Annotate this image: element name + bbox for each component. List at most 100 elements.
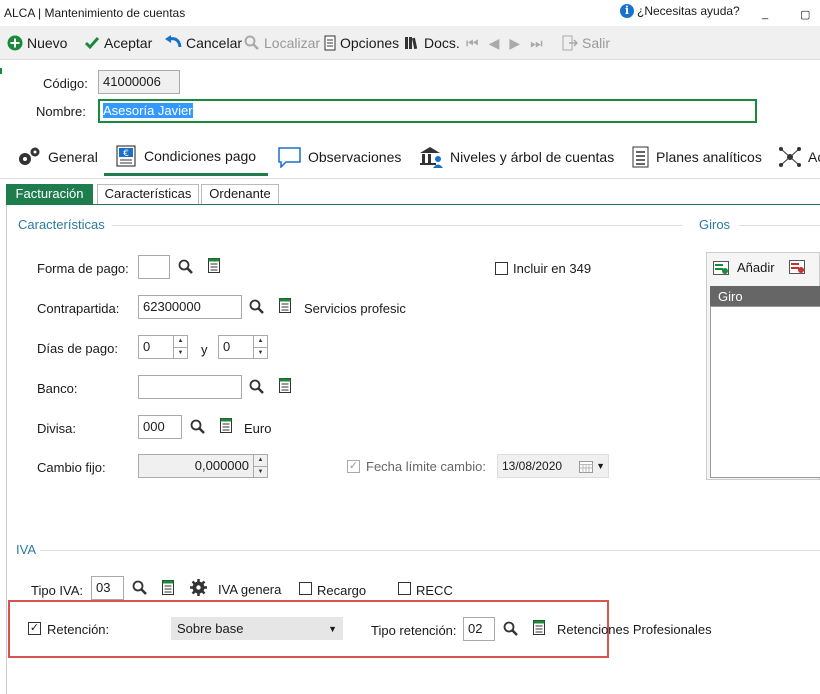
plus-circle-icon (7, 35, 23, 51)
subtab-underline (6, 204, 820, 205)
dias-pago-2-stepper[interactable]: 0 ▲ ▼ (218, 335, 268, 359)
tab-observaciones[interactable]: Observaciones (278, 138, 401, 176)
minimize-button[interactable]: _ (762, 8, 768, 20)
recargo-checkbox[interactable] (299, 582, 312, 595)
spin-down-icon[interactable]: ▼ (254, 465, 267, 478)
forma-pago-search-icon[interactable] (178, 259, 194, 275)
tipo-iva-label: Tipo IVA: (31, 583, 84, 598)
divisa-desc: Euro (244, 421, 272, 436)
first-record-icon[interactable]: ⏮ (466, 35, 479, 52)
spin-up-icon[interactable]: ▲ (254, 455, 267, 466)
calendar-icon[interactable] (579, 460, 594, 473)
last-record-icon[interactable]: ⏭ (530, 35, 543, 52)
next-record-icon[interactable]: ▶ (509, 35, 520, 52)
tab-ac[interactable]: Ac (778, 138, 820, 176)
dias-pago-1-spin[interactable]: ▲ ▼ (173, 336, 187, 358)
opciones-label: Opciones (340, 35, 400, 51)
speech-bubble-icon (278, 147, 301, 168)
divisa-field[interactable]: 000 (138, 415, 182, 439)
subtab-facturacion[interactable]: Facturación (6, 184, 93, 204)
tipo-iva-field[interactable]: 03 (91, 576, 124, 600)
giros-group-title: Giros (699, 217, 731, 232)
nuevo-label: Nuevo (27, 35, 68, 51)
fecha-limite-label: Fecha límite cambio: (366, 459, 486, 474)
tab-general[interactable]: General (16, 138, 98, 176)
tipo-retencion-field[interactable]: 02 (463, 617, 495, 641)
fecha-limite-checkbox[interactable]: ✓ (347, 460, 360, 473)
giros-column-header[interactable]: Giro (710, 286, 820, 306)
tab-planes-label: Planes analíticos (656, 149, 762, 165)
contrapartida-desc: Servicios profesic (304, 301, 406, 316)
incluir-349-checkbox[interactable] (495, 262, 508, 275)
cambio-fijo-label: Cambio fijo: (37, 460, 106, 475)
tipo-retencion-desc: Retenciones Profesionales (557, 622, 712, 637)
retencion-select[interactable]: Sobre base ▼ (171, 617, 343, 640)
spin-up-icon[interactable]: ▲ (174, 336, 187, 347)
spin-down-icon[interactable]: ▼ (254, 346, 267, 359)
divisa-doc-icon[interactable] (220, 418, 232, 433)
forma-pago-field[interactable] (138, 255, 170, 279)
giros-panel: Añadir Giro (706, 252, 820, 480)
undo-icon (165, 35, 182, 48)
tipo-iva-search-icon[interactable] (132, 580, 148, 596)
dias-pago-2-spin[interactable]: ▲ ▼ (253, 336, 267, 358)
delete-row-icon[interactable] (789, 260, 805, 274)
nombre-value: Asesoría Javier (103, 103, 193, 118)
docs-button[interactable]: Docs. (404, 26, 460, 60)
spin-up-icon[interactable]: ▲ (254, 336, 267, 347)
add-row-icon (713, 260, 729, 275)
tipo-retencion-search-icon[interactable] (503, 621, 519, 637)
giros-list[interactable] (710, 306, 820, 478)
subtab-ordenante[interactable]: Ordenante (201, 184, 279, 204)
salir-button[interactable]: Salir (562, 26, 610, 60)
spin-down-icon[interactable]: ▼ (174, 346, 187, 359)
recc-checkbox[interactable] (398, 582, 411, 595)
aceptar-button[interactable]: Aceptar (84, 26, 152, 60)
dias-pago-1-stepper[interactable]: 0 ▲ ▼ (138, 335, 188, 359)
tab-niveles[interactable]: Niveles y árbol de cuentas (418, 138, 614, 176)
banco-search-icon[interactable] (249, 379, 265, 395)
window-title: ALCA | Mantenimiento de cuentas (4, 6, 186, 20)
banco-label: Banco: (37, 381, 78, 396)
tab-observaciones-label: Observaciones (308, 149, 402, 165)
giros-add-button[interactable]: Añadir (713, 260, 775, 275)
left-marker (0, 68, 2, 74)
divisa-label: Divisa: (37, 421, 77, 436)
recc-label: RECC (416, 583, 453, 598)
nuevo-button[interactable]: Nuevo (7, 26, 67, 60)
contrapartida-doc-icon[interactable] (279, 298, 291, 313)
tab-general-label: General (48, 149, 98, 165)
forma-pago-doc-icon[interactable] (208, 258, 220, 273)
help-link[interactable]: i ¿Necesitas ayuda? (620, 4, 740, 18)
tipo-retencion-doc-icon[interactable] (533, 620, 545, 635)
dias-pago-label: Días de pago: (37, 341, 118, 356)
localizar-button[interactable]: Localizar (244, 26, 320, 60)
dias-pago-2-value: 0 (223, 339, 231, 354)
opciones-button[interactable]: Opciones (324, 26, 399, 60)
options-doc-icon (324, 35, 336, 51)
tipo-iva-doc-icon[interactable] (162, 580, 174, 595)
chevron-down-icon[interactable]: ▼ (593, 458, 608, 474)
dias-pago-1-value: 0 (143, 339, 151, 354)
retencion-checkbox[interactable]: ✓ (28, 622, 41, 635)
salir-label: Salir (582, 35, 611, 51)
fecha-limite-field[interactable]: 13/08/2020 ▼ (497, 454, 609, 478)
cambio-fijo-spin[interactable]: ▲ ▼ (253, 455, 267, 477)
gear-icon[interactable] (190, 579, 207, 596)
books-icon (405, 37, 418, 50)
nombre-field[interactable]: Asesoría Javier (98, 99, 757, 123)
cancelar-button[interactable]: Cancelar (164, 26, 242, 60)
caracteristicas-group-title: Características (18, 217, 105, 232)
divisa-search-icon[interactable] (190, 419, 206, 435)
tab-planes-analiticos[interactable]: Planes analíticos (632, 138, 762, 176)
contrapartida-field[interactable]: 62300000 (138, 295, 242, 319)
maximize-button[interactable]: ▢ (800, 8, 810, 21)
banco-doc-icon[interactable] (279, 378, 291, 393)
tab-condiciones-pago[interactable]: € Condiciones pago (104, 138, 269, 176)
banco-field[interactable] (138, 375, 242, 399)
subtab-caracteristicas[interactable]: Características (97, 184, 199, 204)
cambio-fijo-stepper[interactable]: 0,000000 ▲ ▼ (138, 454, 268, 478)
cancelar-label: Cancelar (186, 35, 243, 51)
contrapartida-search-icon[interactable] (249, 299, 265, 315)
previous-record-icon[interactable]: ◀ (489, 35, 500, 52)
